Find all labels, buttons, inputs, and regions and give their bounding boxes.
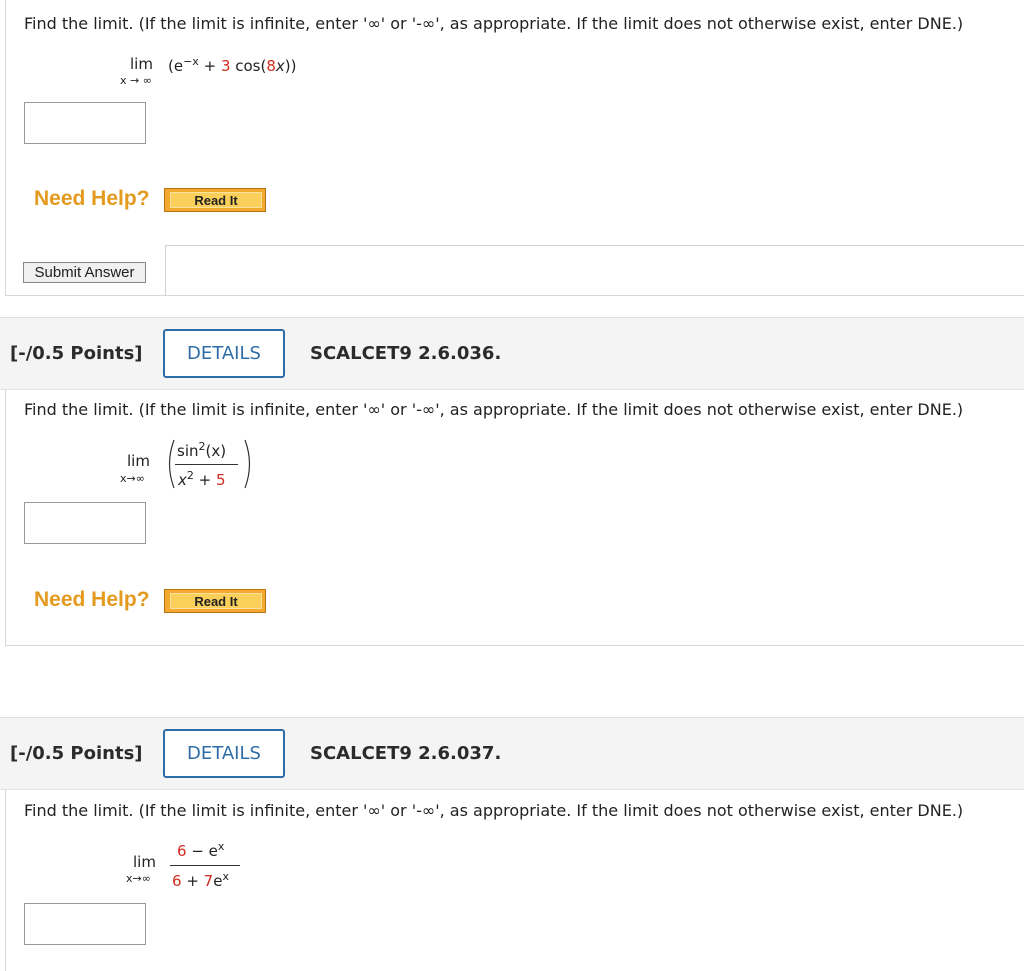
q2-problem-code: SCALCET9 2.6.036. — [310, 343, 502, 364]
q3-fraction-bar — [170, 865, 240, 866]
q2-read-it-button[interactable]: Read It — [164, 589, 266, 613]
question-2-prompt: Find the limit. (If the limit is infinit… — [24, 400, 964, 419]
q2-details-button[interactable]: DETAILS — [163, 329, 285, 378]
q2-fraction-bar — [175, 464, 238, 465]
q1-lim: lim — [130, 55, 153, 73]
q1-read-it-button[interactable]: Read It — [164, 188, 266, 212]
q1-answer-input[interactable] — [24, 102, 146, 144]
q1-lim-subscript: x → ∞ — [120, 74, 152, 87]
q3-header-bar — [0, 717, 1024, 790]
q3-answer-input[interactable] — [24, 903, 146, 945]
question-2-panel — [5, 390, 1024, 646]
q3-details-button[interactable]: DETAILS — [163, 729, 285, 778]
q2-numerator: sin2(x) — [177, 440, 227, 460]
q2-answer-input[interactable] — [24, 502, 146, 544]
q2-points: [-/0.5 Points] — [10, 343, 143, 364]
q2-denominator: x2 + 5 — [178, 469, 226, 489]
question-1-prompt: Find the limit. (If the limit is infinit… — [24, 14, 964, 33]
q2-header-bar — [0, 317, 1024, 390]
q1-need-help-label: Need Help? — [34, 187, 150, 210]
q3-lim: lim — [133, 853, 156, 871]
question-3-prompt: Find the limit. (If the limit is infinit… — [24, 801, 964, 820]
q3-lim-subscript: x→∞ — [126, 872, 151, 885]
q2-right-paren — [244, 439, 251, 489]
q2-read-it-label: Read It — [170, 593, 262, 609]
q2-lim: lim — [127, 452, 150, 470]
q1-read-it-label: Read It — [170, 192, 262, 208]
submit-answer-button[interactable]: Submit Answer — [23, 262, 146, 283]
q2-need-help-label: Need Help? — [34, 588, 150, 611]
q3-problem-code: SCALCET9 2.6.037. — [310, 743, 502, 764]
submit-area-divider — [165, 245, 1024, 296]
q3-numerator: 6 − ex — [177, 840, 225, 860]
q3-denominator: 6 + 7ex — [172, 870, 229, 890]
q1-expression: (e−x + 3 cos(8x)) — [168, 55, 297, 75]
q2-lim-subscript: x→∞ — [120, 472, 145, 485]
q3-points: [-/0.5 Points] — [10, 743, 143, 764]
